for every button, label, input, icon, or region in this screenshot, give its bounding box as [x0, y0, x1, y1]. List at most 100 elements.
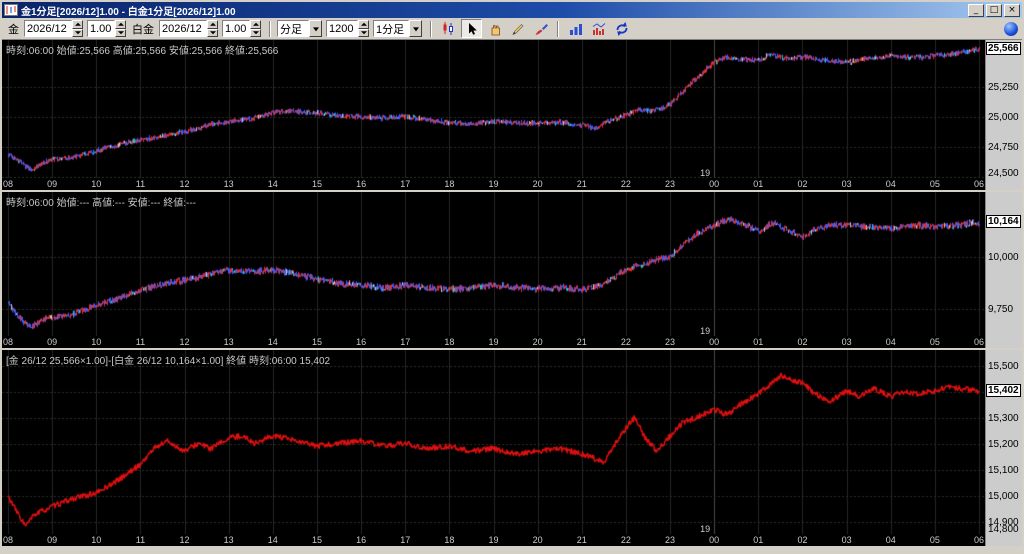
pointer-tool-button[interactable]	[461, 19, 482, 38]
hour-label: 03	[841, 337, 852, 347]
window-bottom-edge	[2, 546, 1022, 552]
hour-label: 06	[973, 337, 984, 347]
candle-style-button[interactable]	[438, 19, 459, 38]
maximize-button[interactable]: □	[986, 3, 1002, 17]
gold-price-axis: 25,250 25,000 24,750 24,500 25,566	[985, 40, 1022, 190]
hour-label: 04	[885, 535, 896, 545]
spin-up-button[interactable]	[207, 20, 218, 29]
toolbar-separator	[430, 20, 432, 37]
hour-label: 01	[753, 179, 764, 189]
spin-down-button[interactable]	[115, 28, 126, 37]
hour-label: 21	[576, 535, 587, 545]
hour-label: 20	[532, 179, 543, 189]
hour-label: 23	[665, 535, 676, 545]
spin-up-button[interactable]	[72, 20, 83, 29]
y-axis-label: 10,000	[988, 251, 1019, 263]
y-axis-label: 15,000	[988, 491, 1019, 503]
hour-label: 02	[797, 179, 808, 189]
interval-dropdown-button[interactable]	[409, 20, 422, 37]
brush-icon	[535, 23, 548, 35]
gold-contract-input[interactable]	[24, 20, 72, 37]
platinum-contract-input[interactable]	[159, 20, 207, 37]
refresh-icon	[616, 21, 627, 36]
candle-style-icon	[443, 22, 453, 35]
hour-label: 23	[665, 337, 676, 347]
y-axis-label: 25,250	[988, 81, 1019, 93]
spin-down-button[interactable]	[207, 28, 218, 37]
app-window: 金1分足[2026/12]1.00 - 白金1分足[2026/12]1.00 _…	[0, 0, 1024, 554]
bar-chart-button[interactable]	[565, 19, 586, 38]
hour-label: 11	[135, 337, 146, 347]
oscillator-chart-button[interactable]	[588, 19, 609, 38]
spin-down-button[interactable]	[250, 28, 261, 37]
bar-count-field	[326, 20, 369, 37]
hour-label: 19	[488, 179, 499, 189]
toolbar-right-area	[1004, 21, 1018, 36]
bar-type-dropdown-button[interactable]	[309, 20, 322, 37]
hour-label: 22	[620, 535, 631, 545]
date-label: 19	[700, 326, 711, 336]
gold-multiplier-spinner	[115, 20, 126, 37]
bar-count-spinner	[358, 20, 369, 37]
hour-label: 17	[400, 337, 411, 347]
hour-label: 14	[267, 179, 278, 189]
toolbar-separator	[269, 20, 271, 37]
refresh-button[interactable]	[611, 19, 632, 38]
hour-label: 15	[311, 179, 322, 189]
hour-label: 01	[753, 535, 764, 545]
hour-label: 00	[709, 535, 720, 545]
hour-label: 08	[2, 337, 13, 347]
platinum-multiplier-field	[222, 20, 261, 37]
gold-chart-canvas[interactable]	[2, 40, 985, 178]
hour-label: 03	[841, 179, 852, 189]
spin-up-button[interactable]	[115, 20, 126, 29]
bar-chart-icon	[569, 23, 582, 35]
spin-down-button[interactable]	[358, 28, 369, 37]
gold-multiplier-input[interactable]	[87, 20, 115, 37]
chart-stack: 時刻:06:00 始値:25,566 高値:25,566 安値:25,566 終…	[2, 40, 1022, 546]
hand-icon	[491, 24, 500, 35]
close-button[interactable]: ×	[1004, 3, 1020, 17]
gold-ohlc-readout: 時刻:06:00 始値:25,566 高値:25,566 安値:25,566 終…	[6, 46, 279, 57]
hour-label: 12	[179, 179, 190, 189]
brush-tool-button[interactable]	[530, 19, 551, 38]
hour-label: 10	[91, 179, 102, 189]
spin-up-button[interactable]	[358, 20, 369, 29]
y-axis-label: 15,200	[988, 438, 1019, 450]
spread-price-axis: 15,500 15,300 15,200 15,100 15,000 14,900 14,8…	[985, 350, 1022, 546]
platinum-contract-field	[159, 20, 218, 37]
interval-input[interactable]	[373, 20, 409, 37]
app-orb-icon[interactable]	[1004, 21, 1018, 36]
platinum-chart-panel: 時刻:06:00 始値:--- 高値:--- 安値:--- 終値:--- 08 0…	[2, 192, 1022, 348]
platinum-multiplier-spinner	[250, 20, 261, 37]
hour-label: 20	[532, 337, 543, 347]
hour-label: 05	[929, 535, 940, 545]
date-label: 19	[700, 524, 711, 534]
hour-label: 11	[135, 535, 146, 545]
toolbar-separator	[557, 20, 559, 37]
hour-label: 22	[620, 337, 631, 347]
hour-label: 05	[929, 179, 940, 189]
date-label: 19	[700, 168, 711, 178]
minimize-button[interactable]: _	[968, 3, 984, 17]
bar-type-input[interactable]	[277, 20, 309, 37]
hour-label: 22	[620, 179, 631, 189]
platinum-time-axis: 08 09 10 11 12 13 14 15 16 17 18 19 20 21 22 23 00 01 02 03…	[2, 336, 985, 348]
platinum-contract-spinner	[207, 20, 218, 37]
platinum-chart-canvas[interactable]	[2, 192, 985, 336]
hour-label: 19	[488, 535, 499, 545]
spin-down-button[interactable]	[72, 28, 83, 37]
spin-up-button[interactable]	[250, 20, 261, 29]
bar-type-field	[277, 20, 322, 37]
spread-chart-canvas[interactable]	[2, 350, 985, 534]
hand-tool-button[interactable]	[484, 19, 505, 38]
hour-label: 17	[400, 179, 411, 189]
platinum-price-axis: 10,000 9,750 10,164	[985, 192, 1022, 348]
y-axis-label: 15,500	[988, 360, 1019, 372]
pencil-tool-button[interactable]	[507, 19, 528, 38]
bar-count-input[interactable]	[326, 20, 358, 37]
hour-label: 12	[179, 535, 190, 545]
hour-label: 18	[444, 535, 455, 545]
platinum-label: 白金	[132, 23, 154, 36]
platinum-multiplier-input[interactable]	[222, 20, 250, 37]
